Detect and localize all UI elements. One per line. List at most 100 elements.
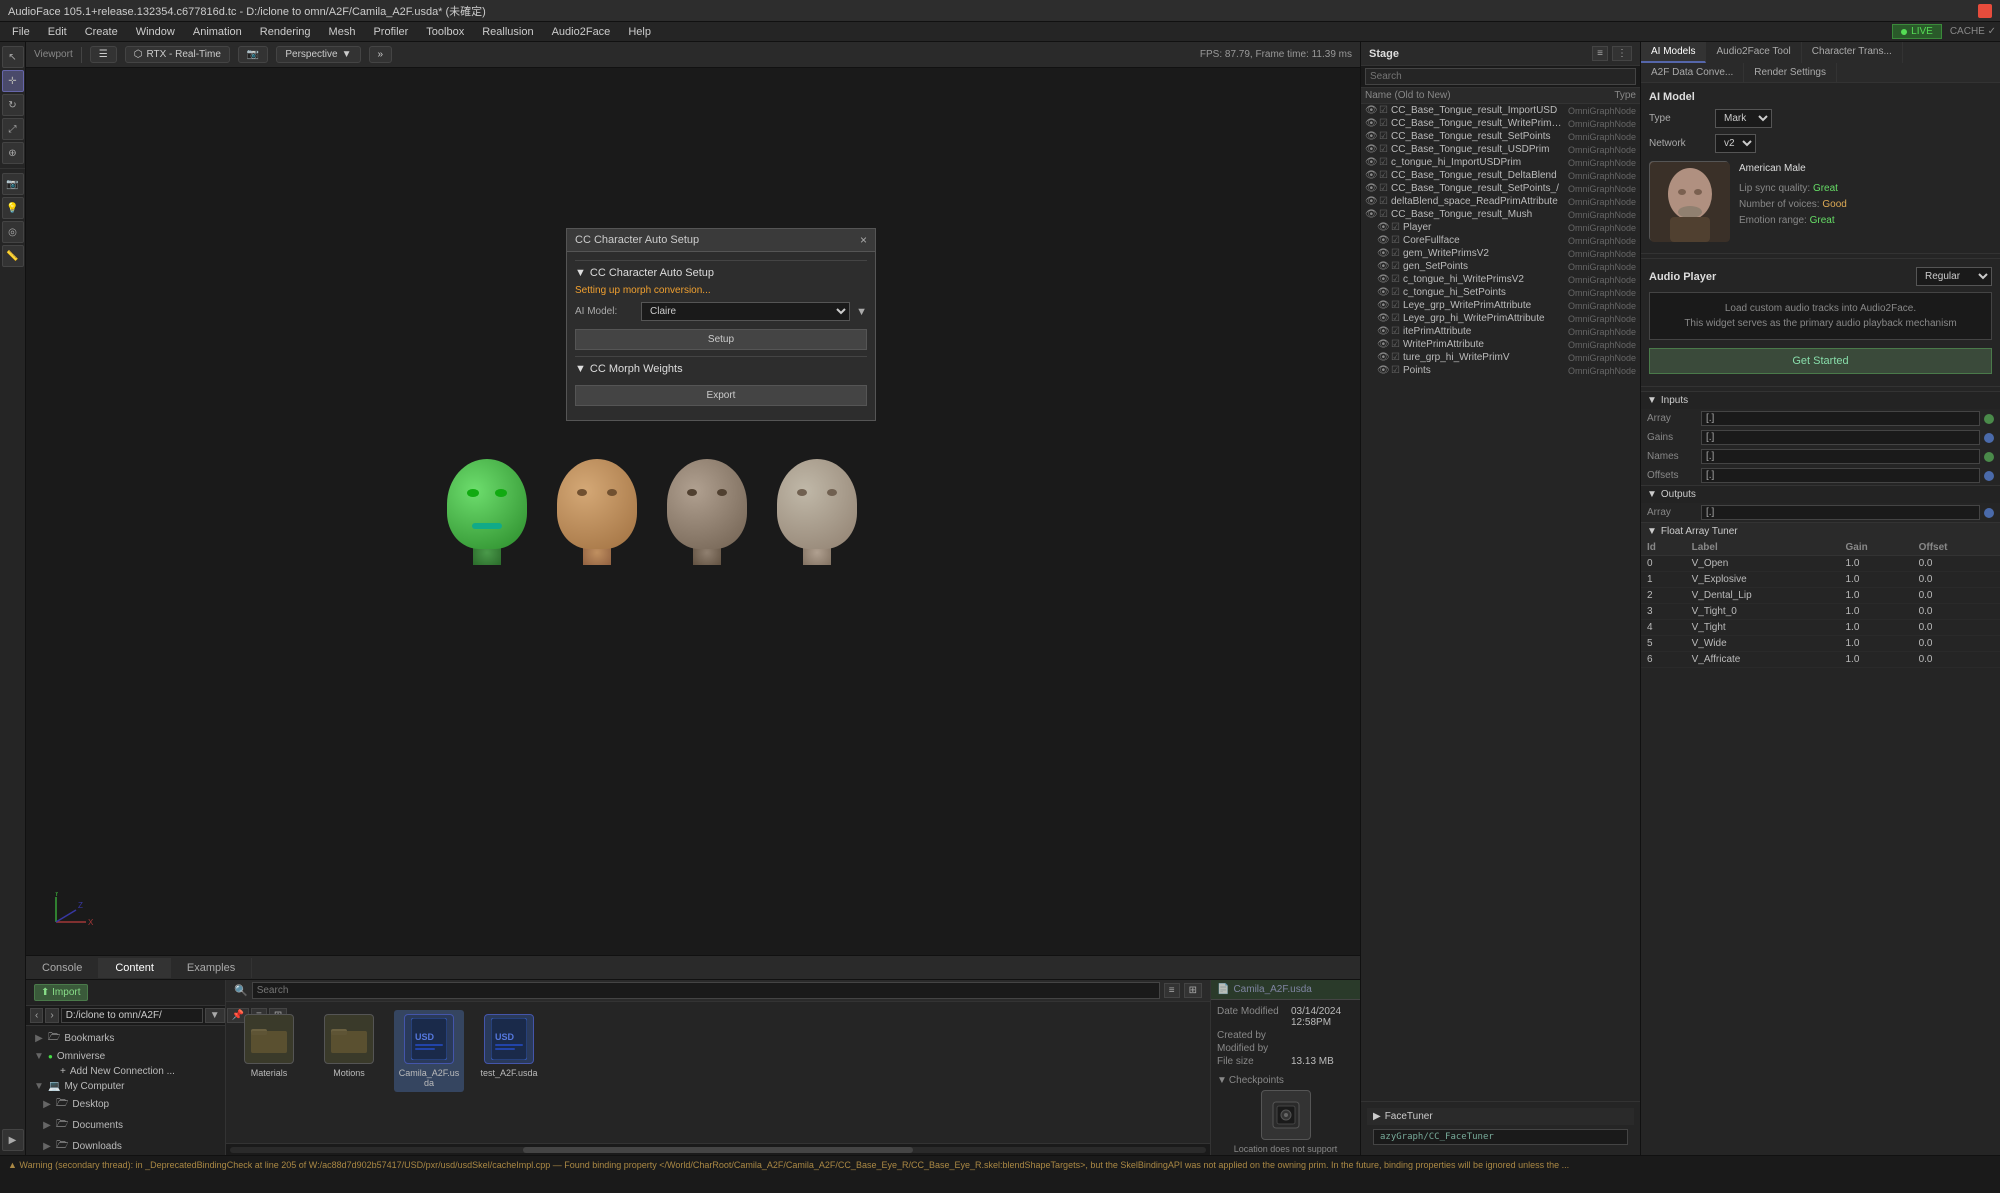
forward-btn[interactable]: › [45,1008,58,1023]
table-row[interactable]: 4 V_Tight 1.0 0.0 [1641,620,2000,636]
setup-btn[interactable]: Setup [575,329,867,350]
audio-type-select[interactable]: Regular Streaming [1916,267,1992,286]
stage-filter-btn[interactable]: ≡ [1592,46,1608,61]
tree-add-connection[interactable]: + Add New Connection ... [26,1064,225,1079]
stage-node-gem[interactable]: 👁 ☑ gem_WritePrimsV2 OmniGraphNode [1361,247,1640,260]
menu-audio2face[interactable]: Audio2Face [544,24,619,40]
stage-search-input[interactable] [1365,68,1636,85]
outputs-section-header[interactable]: ▼ Outputs [1641,485,2000,503]
stage-node-ture[interactable]: 👁 ☑ ture_grp_hi_WritePrimV OmniGraphNode [1361,351,1640,364]
viewport-options-btn[interactable]: ☰ [90,46,117,63]
stage-node-1[interactable]: 👁 ☑ CC_Base_Tongue_result_WritePrimsV2 O… [1361,117,1640,130]
table-row[interactable]: 5 V_Wide 1.0 0.0 [1641,636,2000,652]
file-materials[interactable]: Materials [234,1010,304,1082]
menu-window[interactable]: Window [128,24,183,40]
inputs-section-header[interactable]: ▼ Inputs [1641,391,2000,409]
viewport-extra-btn[interactable]: » [369,46,393,63]
table-row[interactable]: 3 V_Tight_0 1.0 0.0 [1641,604,2000,620]
tree-downloads[interactable]: ▶ 🗁 Downloads [26,1136,225,1155]
stage-node-coreff[interactable]: 👁 ☑ CoreFullface OmniGraphNode [1361,234,1640,247]
viewport-3d[interactable]: X Y Z CC Character Auto Setup × ▼ CC Cha… [26,68,1360,955]
tab-render-settings[interactable]: Render Settings [1744,63,1837,82]
tree-bookmarks[interactable]: ▶ 🗁 Bookmarks [26,1028,225,1049]
light-tool[interactable]: 💡 [2,197,24,219]
tree-desktop[interactable]: ▶ 🗁 Desktop [26,1094,225,1115]
browse-btn[interactable]: ▼ [205,1008,225,1023]
menu-rendering[interactable]: Rendering [252,24,319,40]
scale-tool[interactable]: ⤢ [2,118,24,140]
grid-toggle[interactable]: ⊞ [1184,983,1202,998]
stage-node-5[interactable]: 👁 ☑ CC_Base_Tongue_result_DeltaBlend Omn… [1361,169,1640,182]
table-row[interactable]: 6 V_Affricate 1.0 0.0 [1641,652,2000,668]
menu-animation[interactable]: Animation [185,24,250,40]
array-input[interactable] [1701,411,1980,426]
menu-help[interactable]: Help [620,24,659,40]
ai-model-select[interactable]: Claire Mark [641,302,850,321]
tab-character-trans[interactable]: Character Trans... [1802,42,1903,63]
menu-create[interactable]: Create [77,24,126,40]
fat-header[interactable]: ▼ Float Array Tuner [1641,523,2000,540]
menu-toolbox[interactable]: Toolbox [418,24,472,40]
filter-toggle[interactable]: ≡ [1164,983,1180,998]
stage-node-3[interactable]: 👁 ☑ CC_Base_Tongue_result_USDPrim OmniGr… [1361,143,1640,156]
stage-node-ctongue2[interactable]: 👁 ☑ c_tongue_hi_SetPoints OmniGraphNode [1361,286,1640,299]
perspective-btn[interactable]: Perspective ▼ [276,46,360,63]
table-row[interactable]: 0 V_Open 1.0 0.0 [1641,556,2000,572]
select-tool[interactable]: ↖ [2,46,24,68]
measure-tool[interactable]: 📏 [2,245,24,267]
cc-section1-header[interactable]: ▼ CC Character Auto Setup [575,267,867,279]
tab-console[interactable]: Console [26,958,99,978]
gains-input[interactable] [1701,430,1980,445]
stage-node-player[interactable]: 👁 ☑ Player OmniGraphNode [1361,221,1640,234]
tab-audio2face-tool[interactable]: Audio2Face Tool [1706,42,1801,63]
model-type-select[interactable]: Mark Claire [1715,109,1772,128]
tuner-section-header[interactable]: ▶ FaceTuner [1367,1108,1634,1125]
menu-reallusion[interactable]: Reallusion [474,24,541,40]
names-input[interactable] [1701,449,1980,464]
network-select[interactable]: v2 v1 [1715,134,1756,153]
tab-ai-models[interactable]: AI Models [1641,42,1706,63]
tree-omniverse[interactable]: ▼ ● Omniverse [26,1049,225,1064]
file-motions[interactable]: Motions [314,1010,384,1082]
stage-node-4[interactable]: 👁 ☑ c_tongue_hi_ImportUSDPrim OmniGraphN… [1361,156,1640,169]
stage-node-0[interactable]: 👁 ☑ CC_Base_Tongue_result_ImportUSD Omni… [1361,104,1640,117]
tab-examples[interactable]: Examples [171,958,252,978]
offsets-input[interactable] [1701,468,1980,483]
camera-indicator[interactable]: 📷 [238,46,268,63]
table-row[interactable]: 2 V_Dental_Lip 1.0 0.0 [1641,588,2000,604]
stage-node-2[interactable]: 👁 ☑ CC_Base_Tongue_result_SetPoints Omni… [1361,130,1640,143]
get-started-btn[interactable]: Get Started [1649,348,1992,374]
stage-node-ite[interactable]: 👁 ☑ itePrimAttribute OmniGraphNode [1361,325,1640,338]
content-search-input[interactable] [252,982,1160,999]
play-btn[interactable]: ▶ [2,1129,24,1151]
rotate-tool[interactable]: ↻ [2,94,24,116]
tree-documents[interactable]: ▶ 🗁 Documents [26,1115,225,1136]
file-test-a2f[interactable]: USD test_A2F.usda [474,1010,544,1082]
rtx-btn[interactable]: ⬡ RTX - Real-Time [125,46,230,63]
stage-node-leye2[interactable]: 👁 ☑ Leye_grp_hi_WritePrimAttribute OmniG… [1361,312,1640,325]
stage-node-genset[interactable]: 👁 ☑ gen_SetPoints OmniGraphNode [1361,260,1640,273]
tab-content[interactable]: Content [99,958,171,978]
stage-node-leye[interactable]: 👁 ☑ Leye_grp_WritePrimAttribute OmniGrap… [1361,299,1640,312]
cc-dialog-header[interactable]: CC Character Auto Setup × [567,229,875,252]
transform-tool[interactable]: ⊕ [2,142,24,164]
stage-node-8[interactable]: 👁 ☑ CC_Base_Tongue_result_Mush OmniGraph… [1361,208,1640,221]
menu-edit[interactable]: Edit [40,24,75,40]
cc-dialog-close[interactable]: × [860,233,867,247]
physics-tool[interactable]: ◎ [2,221,24,243]
stage-node-ctongue[interactable]: 👁 ☑ c_tongue_hi_WritePrimsV2 OmniGraphNo… [1361,273,1640,286]
stage-node-write[interactable]: 👁 ☑ WritePrimAttribute OmniGraphNode [1361,338,1640,351]
menu-mesh[interactable]: Mesh [321,24,364,40]
stage-node-6[interactable]: 👁 ☑ CC_Base_Tongue_result_SetPoints_/ Om… [1361,182,1640,195]
move-tool[interactable]: ✛ [2,70,24,92]
cc-section2-header[interactable]: ▼ CC Morph Weights [575,363,867,375]
stage-options-btn[interactable]: ⋮ [1612,46,1632,61]
menu-file[interactable]: File [4,24,38,40]
stage-node-7[interactable]: 👁 ☑ deltaBlend_space_ReadPrimAttribute O… [1361,195,1640,208]
close-button[interactable] [1978,4,1992,18]
file-camila-a2f[interactable]: USD Camila_A2F.usda [394,1010,464,1092]
back-btn[interactable]: ‹ [30,1008,43,1023]
export-btn[interactable]: Export [575,385,867,406]
hscroll-thumb[interactable] [523,1147,913,1153]
table-row[interactable]: 1 V_Explosive 1.0 0.0 [1641,572,2000,588]
